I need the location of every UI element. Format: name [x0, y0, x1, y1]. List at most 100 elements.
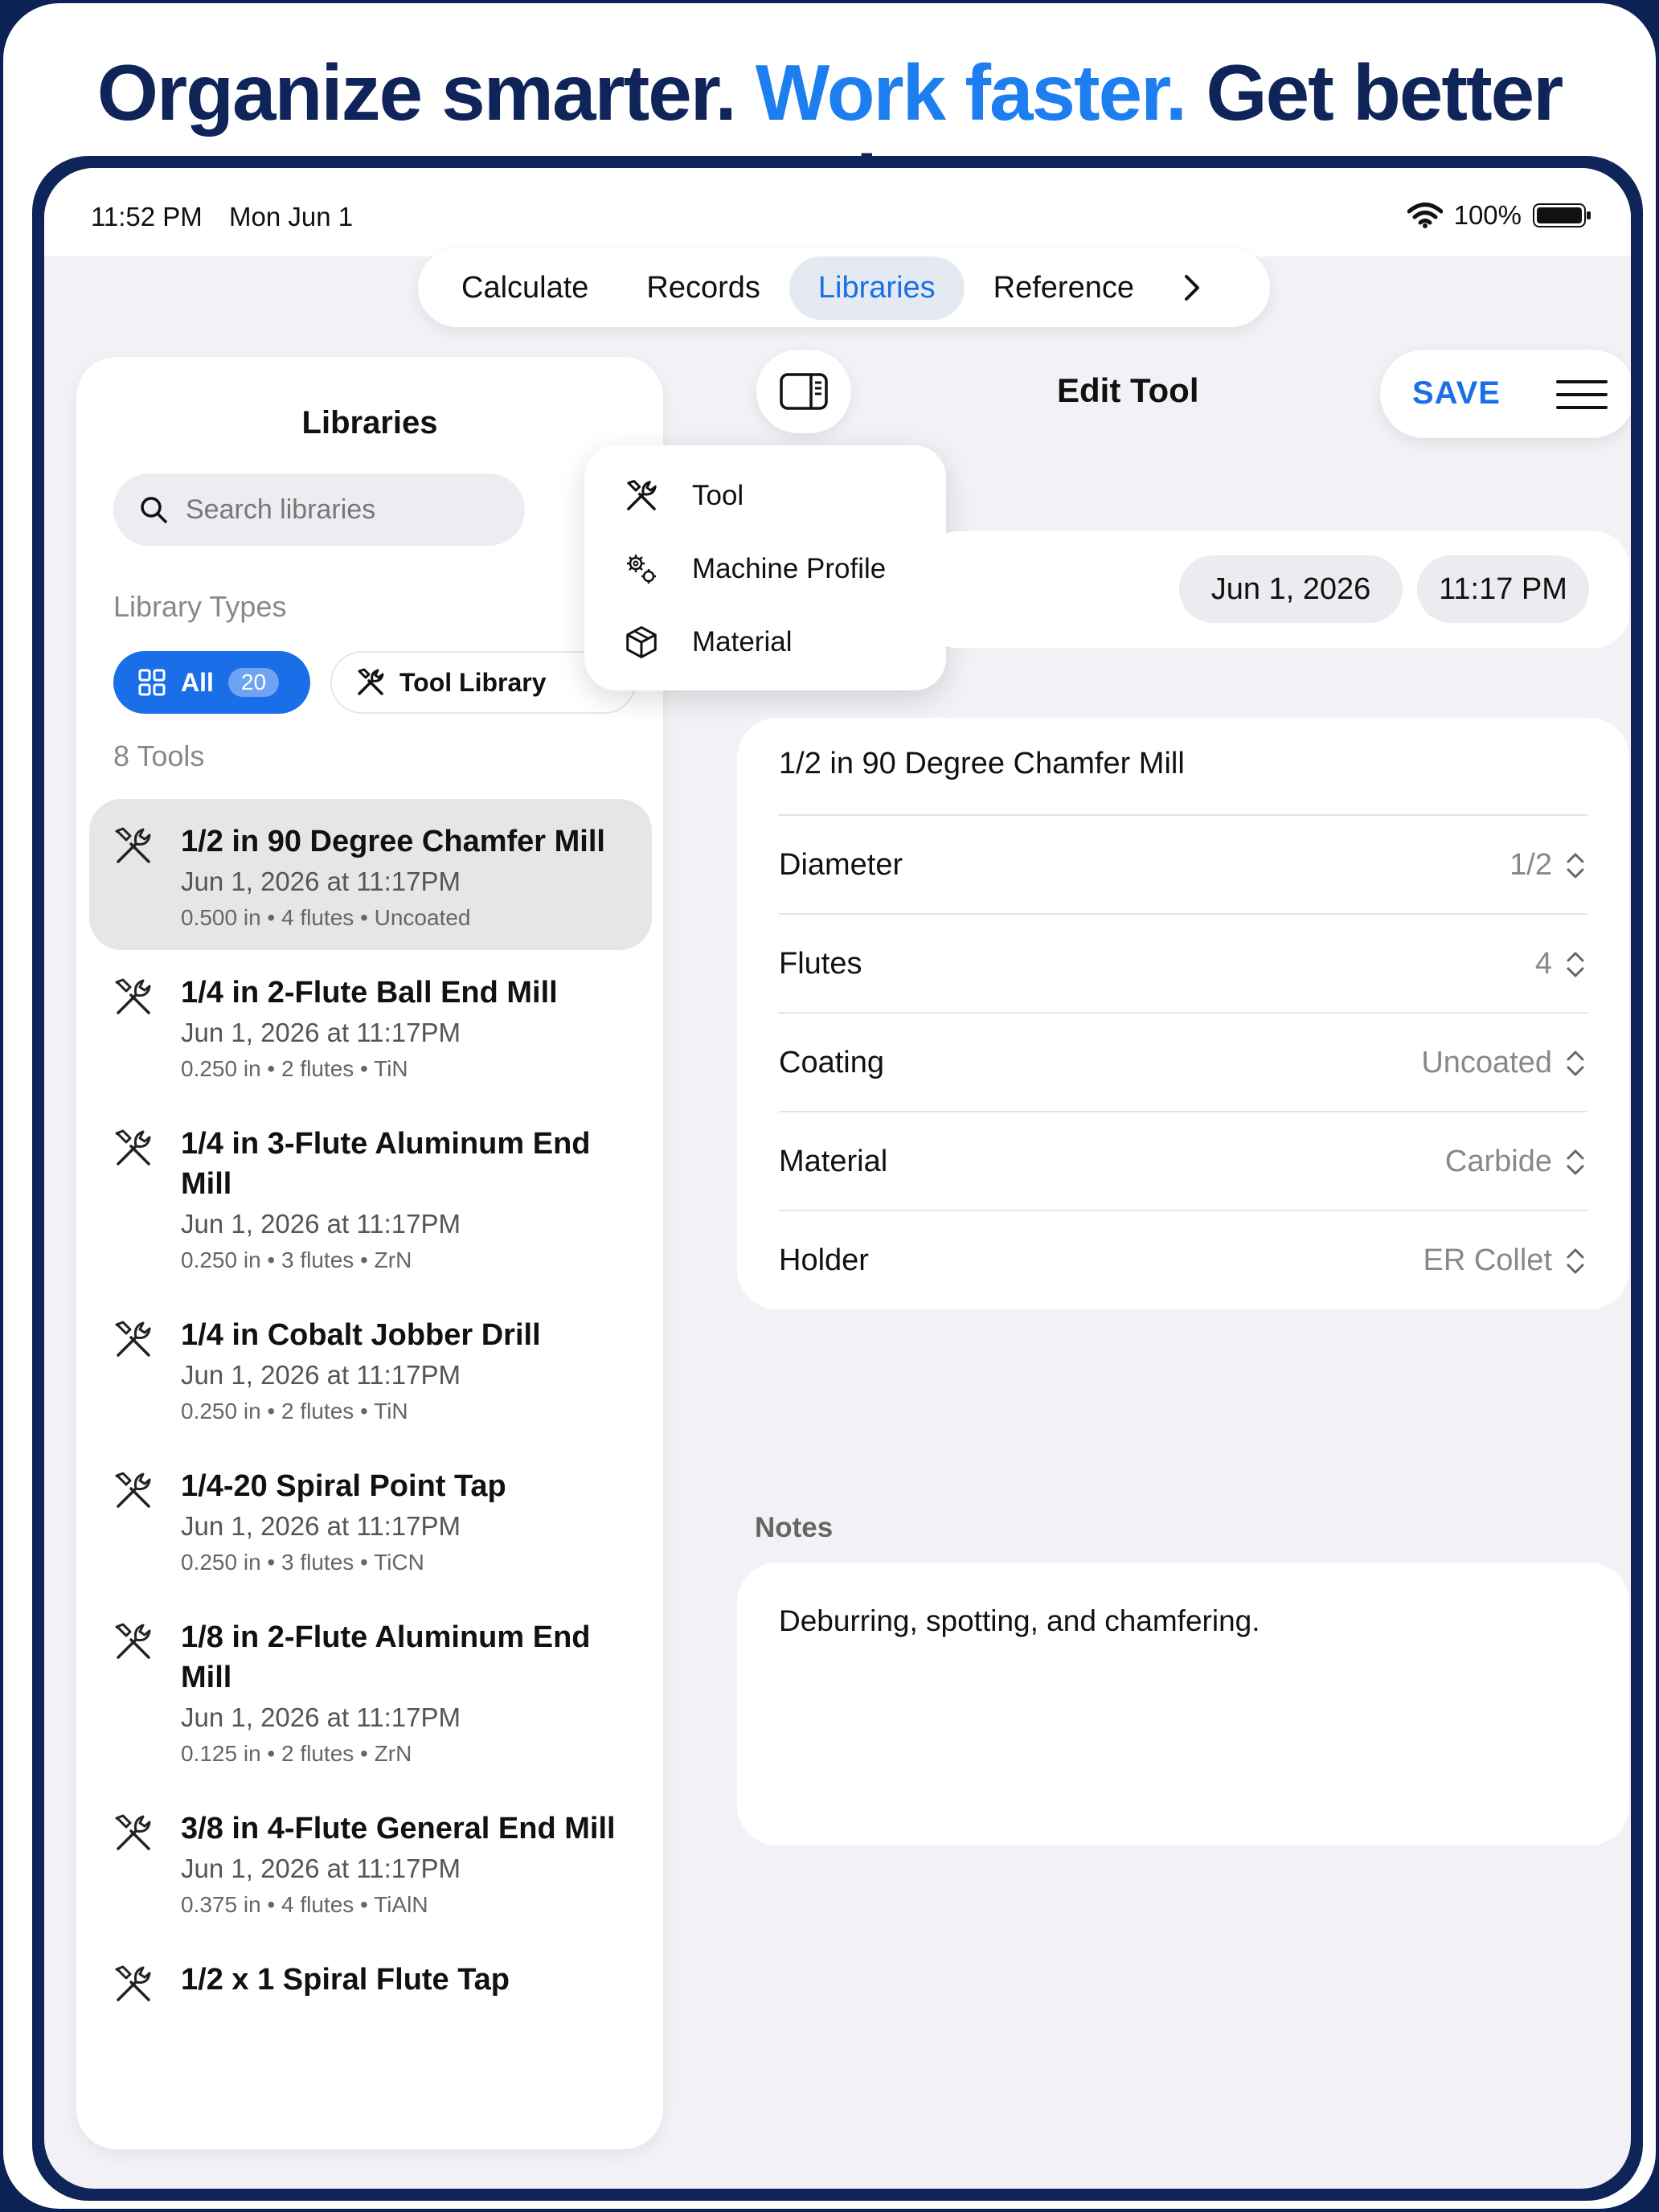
tool-item-date: Jun 1, 2026 at 11:17PM: [181, 1360, 461, 1390]
tool-item-date: Jun 1, 2026 at 11:17PM: [181, 1209, 461, 1239]
tools-icon: [115, 1965, 151, 2001]
tool-item-meta: 0.250 in • 3 flutes • TiCN: [181, 1550, 424, 1575]
filter-chip-all[interactable]: All 20: [113, 651, 310, 714]
toggle-sidebar-button[interactable]: [756, 350, 851, 433]
tool-list-item[interactable]: 1/2 in 90 Degree Chamfer Mill Jun 1, 2026…: [89, 799, 652, 950]
field-value[interactable]: 1/2: [1509, 848, 1587, 883]
field-value-text: 1/2: [1509, 848, 1552, 882]
field-label: Coating: [779, 1046, 884, 1079]
tool-item-title: 1/4 in 2-Flute Ball End Mill: [181, 976, 558, 1010]
tool-item-date: Jun 1, 2026 at 11:17PM: [181, 866, 461, 896]
status-time: 11:52 PM: [91, 202, 203, 231]
tool-item-meta: 0.125 in • 2 flutes • ZrN: [181, 1741, 412, 1766]
field-value[interactable]: 4: [1535, 947, 1587, 981]
tab-reference[interactable]: Reference: [965, 256, 1163, 320]
chevron-up-down-icon: [1567, 1248, 1584, 1273]
search-input[interactable]: [184, 493, 509, 526]
search-icon: [141, 497, 167, 523]
field-label: Holder: [779, 1243, 869, 1277]
tools-icon: [115, 1814, 151, 1850]
field-value[interactable]: Carbide: [1445, 1145, 1587, 1179]
tool-item-title: 3/8 in 4-Flute General End Mill: [181, 1812, 616, 1845]
chevron-right-icon[interactable]: [1176, 272, 1208, 304]
tool-item-title: 1/2 x 1 Spiral Flute Tap: [181, 1963, 510, 1997]
battery-icon: [1533, 203, 1591, 227]
headline-part1: Organize smarter.: [96, 48, 737, 137]
menu-item-tool-label: Tool: [692, 480, 744, 511]
tool-item-meta: 0.250 in • 3 flutes • ZrN: [181, 1247, 412, 1272]
tools-icon: [115, 978, 151, 1014]
status-right: 100%: [1407, 200, 1592, 231]
field-value-text: Uncoated: [1421, 1046, 1552, 1079]
tool-item-date: Jun 1, 2026 at 11:17PM: [181, 1702, 461, 1732]
tool-list-item[interactable]: 1/4 in 2-Flute Ball End Mill Jun 1, 2026 …: [89, 950, 652, 1101]
library-types-label: Library Types: [113, 590, 287, 623]
field-row-holder[interactable]: Holder ER Collet: [779, 1210, 1587, 1310]
tool-item-meta: 0.500 in • 4 flutes • Uncoated: [181, 905, 471, 930]
field-value-text: Carbide: [1444, 1145, 1552, 1178]
grid-icon: [138, 669, 166, 696]
tools-icon: [115, 1129, 151, 1165]
tool-item-date: Jun 1, 2026 at 11:17PM: [181, 1854, 461, 1883]
tool-list-item[interactable]: 1/4-20 Spiral Point Tap Jun 1, 2026 at 11…: [89, 1444, 652, 1595]
field-row-flutes[interactable]: Flutes 4: [779, 913, 1587, 1014]
chevron-up-down-icon: [1567, 952, 1584, 977]
tool-item-meta: 0.250 in • 2 flutes • TiN: [181, 1399, 408, 1423]
tool-item-title: 1/4 in 3-Flute Aluminum End Mill: [181, 1127, 591, 1201]
device-frame: 11:52 PM Mon Jun 1 100% Calculate Record…: [32, 156, 1643, 2201]
save-button[interactable]: SAVE: [1412, 375, 1501, 412]
field-row-material[interactable]: Material Carbide: [779, 1111, 1587, 1211]
cube-icon: [626, 626, 657, 658]
battery-percent: 100%: [1453, 200, 1522, 230]
field-label: Diameter: [779, 848, 903, 882]
field-row-diameter[interactable]: Diameter 1/2: [779, 814, 1587, 915]
datetime-card: Jun 1, 2026 11:17 PM: [922, 531, 1629, 648]
sidebar-title: Libraries: [301, 405, 438, 440]
tools-icon: [358, 668, 384, 695]
tools-icon: [115, 1472, 151, 1508]
status-date: Mon Jun 1: [229, 202, 354, 231]
tool-list-item[interactable]: 1/4 in 3-Flute Aluminum End Mill Jun 1, 2…: [89, 1101, 652, 1292]
tools-icon: [115, 1321, 151, 1357]
field-value[interactable]: ER Collet: [1423, 1243, 1588, 1278]
tool-item-date: Jun 1, 2026 at 11:17PM: [181, 1511, 461, 1541]
tool-item-title: 1/4-20 Spiral Point Tap: [181, 1469, 506, 1503]
tab-records[interactable]: Records: [617, 256, 789, 320]
headline-part2: Work faster.: [755, 48, 1187, 137]
save-menu-group: SAVE: [1380, 350, 1631, 438]
tab-libraries[interactable]: Libraries: [789, 256, 965, 320]
chevron-up-down-icon: [1567, 853, 1584, 878]
sidebar-toggle-icon: [780, 373, 828, 410]
tool-item-title: 1/2 in 90 Degree Chamfer Mill: [181, 825, 605, 858]
tools-count-label: 8 Tools: [113, 739, 205, 772]
tool-list-item[interactable]: 1/4 in Cobalt Jobber Drill Jun 1, 2026 at…: [89, 1292, 652, 1444]
field-value[interactable]: Uncoated: [1421, 1046, 1587, 1080]
field-label: Material: [779, 1145, 888, 1178]
tool-list-item[interactable]: 3/8 in 4-Flute General End Mill Jun 1, 20…: [89, 1786, 652, 1937]
time-picker[interactable]: 11:17 PM: [1417, 555, 1589, 623]
tools-icon: [115, 1623, 151, 1659]
tool-list-item[interactable]: 1/2 x 1 Spiral Flute Tap: [89, 1937, 652, 2027]
chip-all-count: 20: [227, 668, 280, 697]
field-label: Flutes: [779, 947, 862, 981]
tab-calculate[interactable]: Calculate: [432, 256, 617, 320]
notes-field[interactable]: Deburring, spotting, and chamfering.: [737, 1563, 1629, 1845]
menu-item-material-label: Material: [692, 626, 793, 657]
chevron-up-down-icon: [1567, 1051, 1584, 1075]
field-value-text: ER Collet: [1423, 1243, 1553, 1277]
tool-list-item[interactable]: 1/8 in 2-Flute Aluminum End Mill Jun 1, 2…: [89, 1595, 652, 1786]
hamburger-menu-icon[interactable]: [1555, 379, 1608, 411]
menu-item-tool[interactable]: Tool: [623, 477, 743, 514]
chevron-up-down-icon: [1567, 1149, 1584, 1174]
tool-item-date: Jun 1, 2026 at 11:17PM: [181, 1018, 461, 1047]
tool-item-title: 1/8 in 2-Flute Aluminum End Mill: [181, 1620, 591, 1694]
add-library-menu: Tool Machine Profile Material: [584, 445, 946, 690]
editor-title: Edit Tool: [1057, 371, 1199, 409]
menu-item-machine-profile[interactable]: Machine Profile: [623, 551, 886, 588]
field-row-coating[interactable]: Coating Uncoated: [779, 1012, 1587, 1112]
search-bar[interactable]: [113, 473, 525, 546]
menu-item-material[interactable]: Material: [623, 624, 792, 661]
notes-label: Notes: [755, 1512, 834, 1543]
date-picker[interactable]: Jun 1, 2026: [1179, 555, 1403, 623]
tool-name-field[interactable]: 1/2 in 90 Degree Chamfer Mill: [779, 747, 1185, 781]
